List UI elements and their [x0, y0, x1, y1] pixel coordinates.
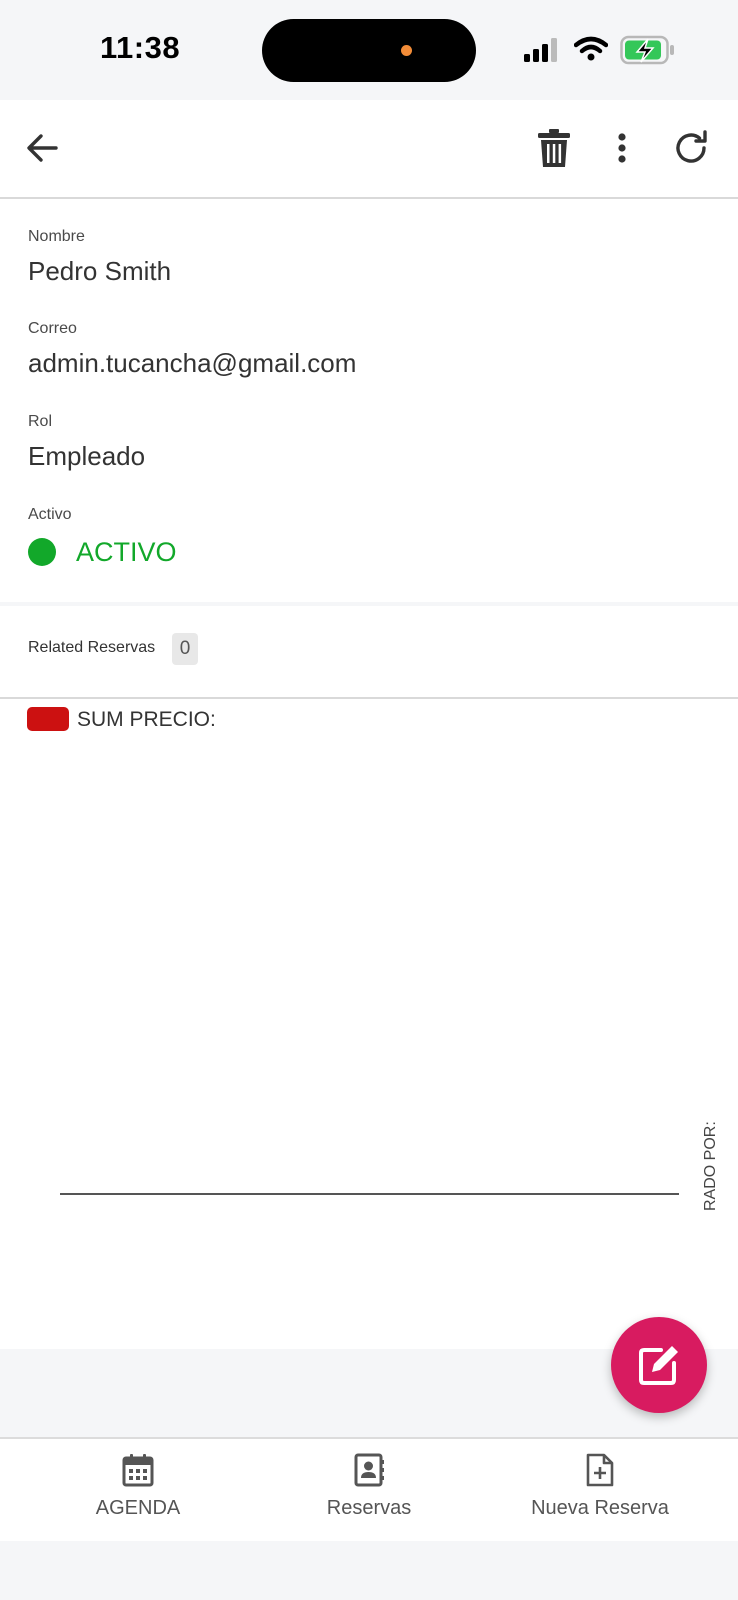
chart-area: SUM PRECIO: RADO POR:: [0, 699, 738, 1349]
field-value-nombre: Pedro Smith: [28, 256, 172, 286]
refresh-icon: [676, 130, 707, 163]
field-label-rol: Rol: [28, 413, 53, 430]
edit-icon: [639, 1346, 678, 1385]
dynamic-island: [262, 19, 476, 82]
back-arrow-icon: [27, 134, 58, 162]
field-value-correo: admin.tucancha@gmail.com: [28, 348, 357, 378]
nav-item-agenda[interactable]: AGENDA: [58, 1453, 218, 1520]
status-bar: 11:38: [0, 0, 738, 100]
more-vertical-icon: [618, 133, 626, 163]
nav-item-reservas[interactable]: Reservas: [289, 1453, 449, 1520]
nav-label-agenda: AGENDA: [95, 1497, 181, 1519]
y-axis-label: RADO POR:: [702, 1121, 719, 1211]
bottom-navigation: AGENDA Reservas Nueva Reserva: [0, 1437, 738, 1543]
field-label-nombre: Nombre: [28, 228, 85, 245]
edit-fab-button[interactable]: [611, 1317, 707, 1413]
related-reservas-tab[interactable]: Related Reservas 0: [0, 606, 738, 699]
legend-swatch: [27, 707, 69, 731]
refresh-button[interactable]: [667, 124, 715, 172]
trash-icon: [538, 129, 570, 167]
nav-item-nueva-reserva[interactable]: Nueva Reserva: [510, 1453, 690, 1520]
x-axis-line: [60, 1193, 679, 1195]
back-button[interactable]: [18, 124, 66, 172]
active-status-value: ACTIVO: [76, 537, 177, 567]
signal-icon: [524, 38, 557, 62]
status-time: 11:38: [100, 30, 181, 65]
battery-charging-icon: [620, 35, 674, 65]
field-label-activo: Activo: [28, 506, 72, 523]
calendar-icon: [122, 1454, 154, 1487]
nav-label-reservas: Reservas: [326, 1497, 412, 1519]
user-details: Nombre Pedro Smith Correo admin.tucancha…: [0, 199, 738, 602]
new-document-icon: [586, 1453, 614, 1487]
nav-label-nueva-reserva: Nueva Reserva: [531, 1497, 669, 1519]
related-reservas-label: Related Reservas: [28, 639, 156, 656]
app-bar: [0, 100, 738, 199]
more-options-button[interactable]: [598, 124, 646, 172]
camera-indicator: [401, 45, 412, 56]
legend-label: SUM PRECIO:: [77, 708, 216, 731]
related-count-badge: 0: [172, 633, 198, 665]
wifi-icon: [574, 36, 608, 61]
field-value-rol: Empleado: [28, 441, 146, 471]
home-indicator-area: [0, 1541, 738, 1600]
contacts-book-icon: [354, 1453, 384, 1487]
field-label-correo: Correo: [28, 320, 77, 337]
delete-button[interactable]: [530, 124, 578, 172]
active-status-dot: [28, 538, 56, 566]
